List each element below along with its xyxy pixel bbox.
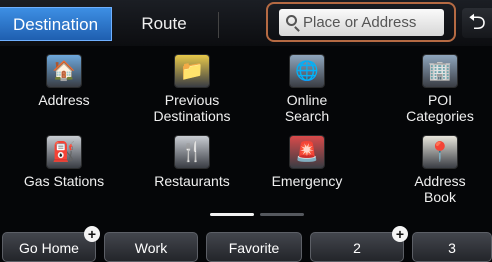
- quick-button-3[interactable]: Favorite: [206, 232, 302, 262]
- quick-button-label: Favorite: [228, 240, 280, 256]
- menu-item-address[interactable]: 🏠 Address: [6, 55, 122, 108]
- address-book-icon: 📍: [423, 136, 457, 168]
- search-box[interactable]: [279, 9, 444, 36]
- fork-knife-icon-glyph: 🍴: [180, 142, 204, 163]
- fork-knife-icon: 🍴: [175, 136, 209, 168]
- menu-item-gas-stations[interactable]: ⛽ Gas Stations: [6, 136, 122, 189]
- menu-item-poi-categories[interactable]: 🏢 POI Categories: [382, 55, 492, 124]
- menu-item-label-line: Online: [286, 92, 328, 108]
- menu-item-label: Restaurants: [134, 173, 250, 189]
- menu-item-label-line: Restaurants: [154, 173, 230, 189]
- menu-item-label-line: Search: [284, 108, 330, 124]
- quick-button-4[interactable]: 2: [310, 232, 404, 262]
- quick-button-label: Go Home: [19, 240, 79, 256]
- globe-icon-glyph: 🌐: [295, 61, 319, 82]
- tab-divider: [218, 12, 219, 38]
- quick-button-label: 3: [448, 240, 456, 256]
- house-icon: 🏠: [47, 55, 81, 87]
- menu-item-previous-destinations[interactable]: 📁 Previous Destinations: [134, 55, 250, 124]
- building-icon-glyph: 🏢: [428, 61, 452, 82]
- globe-icon: 🌐: [290, 55, 324, 87]
- quick-button-1[interactable]: Go Home: [2, 232, 96, 262]
- folder-clock-icon-glyph: 📁: [180, 61, 204, 82]
- menu-item-restaurants[interactable]: 🍴 Restaurants: [134, 136, 250, 189]
- search-input[interactable]: [303, 12, 439, 32]
- menu-item-emergency[interactable]: 🚨 Emergency: [249, 136, 365, 189]
- house-icon-glyph: 🏠: [52, 61, 76, 82]
- quick-button-label: 2: [353, 240, 361, 256]
- quick-button-2[interactable]: Work: [104, 232, 198, 262]
- menu-item-label-line: Categories: [406, 108, 474, 124]
- menu-item-label-line: Destinations: [153, 108, 231, 124]
- menu-item-label: Emergency: [249, 173, 365, 189]
- menu-item-label: Previous Destinations: [134, 92, 250, 124]
- search-icon: [286, 15, 297, 26]
- back-arrow-icon: ⮌: [468, 9, 486, 34]
- siren-icon: 🚨: [290, 136, 324, 168]
- menu-item-label-line: Address: [38, 92, 90, 108]
- pager-dot-active: [210, 213, 254, 216]
- menu-item-label: Gas Stations: [6, 173, 122, 189]
- menu-item-label-line: Previous: [164, 92, 220, 108]
- add-plus-icon[interactable]: +: [84, 226, 100, 242]
- top-bar: Destination Route ⮌: [0, 0, 492, 46]
- back-button[interactable]: ⮌: [462, 8, 492, 38]
- gas-pump-icon: ⛽: [47, 136, 81, 168]
- menu-item-label: Address Book: [382, 173, 492, 205]
- quick-button-5[interactable]: 3: [412, 232, 492, 262]
- siren-icon-glyph: 🚨: [295, 142, 319, 163]
- tab-route[interactable]: Route: [112, 7, 216, 41]
- menu-item-label-line: Address: [414, 173, 466, 189]
- address-book-icon-glyph: 📍: [428, 142, 452, 163]
- tab-destination[interactable]: Destination: [0, 7, 112, 41]
- building-icon: 🏢: [423, 55, 457, 87]
- menu-item-label-line: Emergency: [271, 173, 343, 189]
- folder-clock-icon: 📁: [175, 55, 209, 87]
- add-plus-icon[interactable]: +: [392, 226, 408, 242]
- menu-item-label: Online Search: [249, 92, 365, 124]
- gas-pump-icon-glyph: ⛽: [52, 142, 76, 163]
- menu-item-label-line: Gas Stations: [23, 173, 105, 189]
- pager-dot-inactive: [260, 213, 304, 216]
- menu-item-label: Address: [6, 92, 122, 108]
- quick-button-label: Work: [134, 240, 168, 256]
- menu-item-label-line: Book: [424, 189, 456, 205]
- menu-item-label-line: POI: [427, 92, 453, 108]
- menu-item-address-book[interactable]: 📍 Address Book: [382, 136, 492, 205]
- menu-item-label: POI Categories: [382, 92, 492, 124]
- menu-item-online-search[interactable]: 🌐 Online Search: [249, 55, 365, 124]
